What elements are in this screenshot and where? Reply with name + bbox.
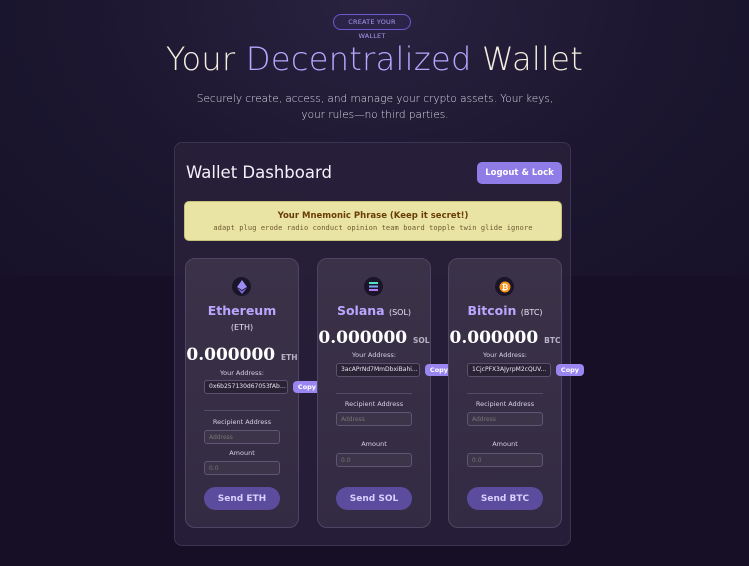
address-field-solana: 3acAPrNd7MmDbxiBahi... [336, 363, 420, 377]
address-label: Your Address: [351, 351, 397, 359]
send-btc-button[interactable]: Send BTC [467, 487, 543, 510]
balance-ethereum: 0.000000 ETH [186, 345, 298, 365]
wallet-dashboard-panel: Wallet Dashboard Logout & Lock Your Mnem… [174, 142, 584, 546]
ethereum-icon [232, 277, 251, 296]
logout-lock-button[interactable]: Logout & Lock [477, 162, 562, 184]
recipient-address-input-ethereum[interactable] [204, 430, 280, 444]
mnemonic-words: adapt plug erode radio conduct opinion t… [213, 224, 533, 232]
wallet-card-ethereum: Ethereum (ETH) 0.000000 ETH Your Address… [185, 258, 321, 528]
svg-text:₿: ₿ [501, 283, 508, 292]
page-subtitle: Securely create, access, and manage your… [196, 93, 554, 121]
balance-solana: 0.000000 SOL [318, 328, 430, 348]
amount-input-solana[interactable] [336, 453, 412, 467]
balance-unit: SOL [413, 336, 430, 345]
recipient-address-input-bitcoin[interactable] [467, 412, 543, 426]
divider [204, 410, 280, 411]
coin-title: Solana [336, 303, 385, 318]
mnemonic-box: Your Mnemonic Phrase (Keep it secret!) a… [184, 201, 562, 241]
coin-name-bitcoin: Bitcoin (BTC) [449, 303, 561, 318]
bitcoin-icon: ₿ [495, 277, 514, 296]
recipient-label: Recipient Address [212, 418, 272, 426]
coin-symbol: (ETH) [230, 323, 254, 332]
page-title: Your Decentralized Wallet [0, 40, 749, 78]
copy-address-button-bitcoin[interactable]: Copy [556, 364, 584, 376]
dashboard-title: Wallet Dashboard [186, 163, 332, 182]
balance-unit: BTC [544, 336, 561, 345]
address-label: Your Address: [482, 351, 528, 359]
wallet-card-solana: Solana (SOL) 0.000000 SOL Your Address: … [317, 258, 453, 528]
wallet-card-bitcoin: ₿ Bitcoin (BTC) 0.000000 BTC Your Addres… [448, 258, 584, 528]
address-field-ethereum: 0x6b257130d67053fAb0... [204, 380, 288, 394]
title-accent: Decentralized [245, 40, 472, 78]
create-wallet-badge: CREATE YOUR WALLET [333, 14, 411, 40]
address-label: Your Address: [219, 369, 265, 377]
recipient-address-input-solana[interactable] [336, 412, 412, 426]
amount-label: Amount [492, 440, 518, 448]
balance-value: 0.000000 [449, 328, 539, 348]
coin-title: Bitcoin [467, 303, 517, 318]
coin-name-solana: Solana (SOL) [318, 303, 430, 318]
amount-label: Amount [229, 449, 255, 457]
coin-name-ethereum: Ethereum (ETH) [186, 303, 298, 332]
coin-symbol: (BTC) [520, 308, 543, 317]
balance-value: 0.000000 [318, 328, 408, 348]
balance-value: 0.000000 [186, 345, 276, 365]
title-part-1: Your [165, 40, 246, 78]
send-eth-button[interactable]: Send ETH [204, 487, 280, 510]
coin-symbol: (SOL) [388, 308, 412, 317]
divider [336, 393, 412, 394]
coin-title: Ethereum [207, 303, 277, 318]
recipient-label: Recipient Address [475, 400, 535, 408]
amount-input-ethereum[interactable] [204, 461, 280, 475]
amount-input-bitcoin[interactable] [467, 453, 543, 467]
recipient-label: Recipient Address [344, 400, 404, 408]
amount-label: Amount [361, 440, 387, 448]
title-part-2: Wallet [471, 40, 584, 78]
balance-bitcoin: 0.000000 BTC [449, 328, 561, 348]
divider [467, 393, 543, 394]
address-field-bitcoin: 1CjcPFX3AJyrpM2cQUV... [467, 363, 551, 377]
send-sol-button[interactable]: Send SOL [336, 487, 412, 510]
solana-icon [364, 277, 383, 296]
balance-unit: ETH [281, 353, 298, 362]
mnemonic-title: Your Mnemonic Phrase (Keep it secret!) [277, 211, 469, 221]
